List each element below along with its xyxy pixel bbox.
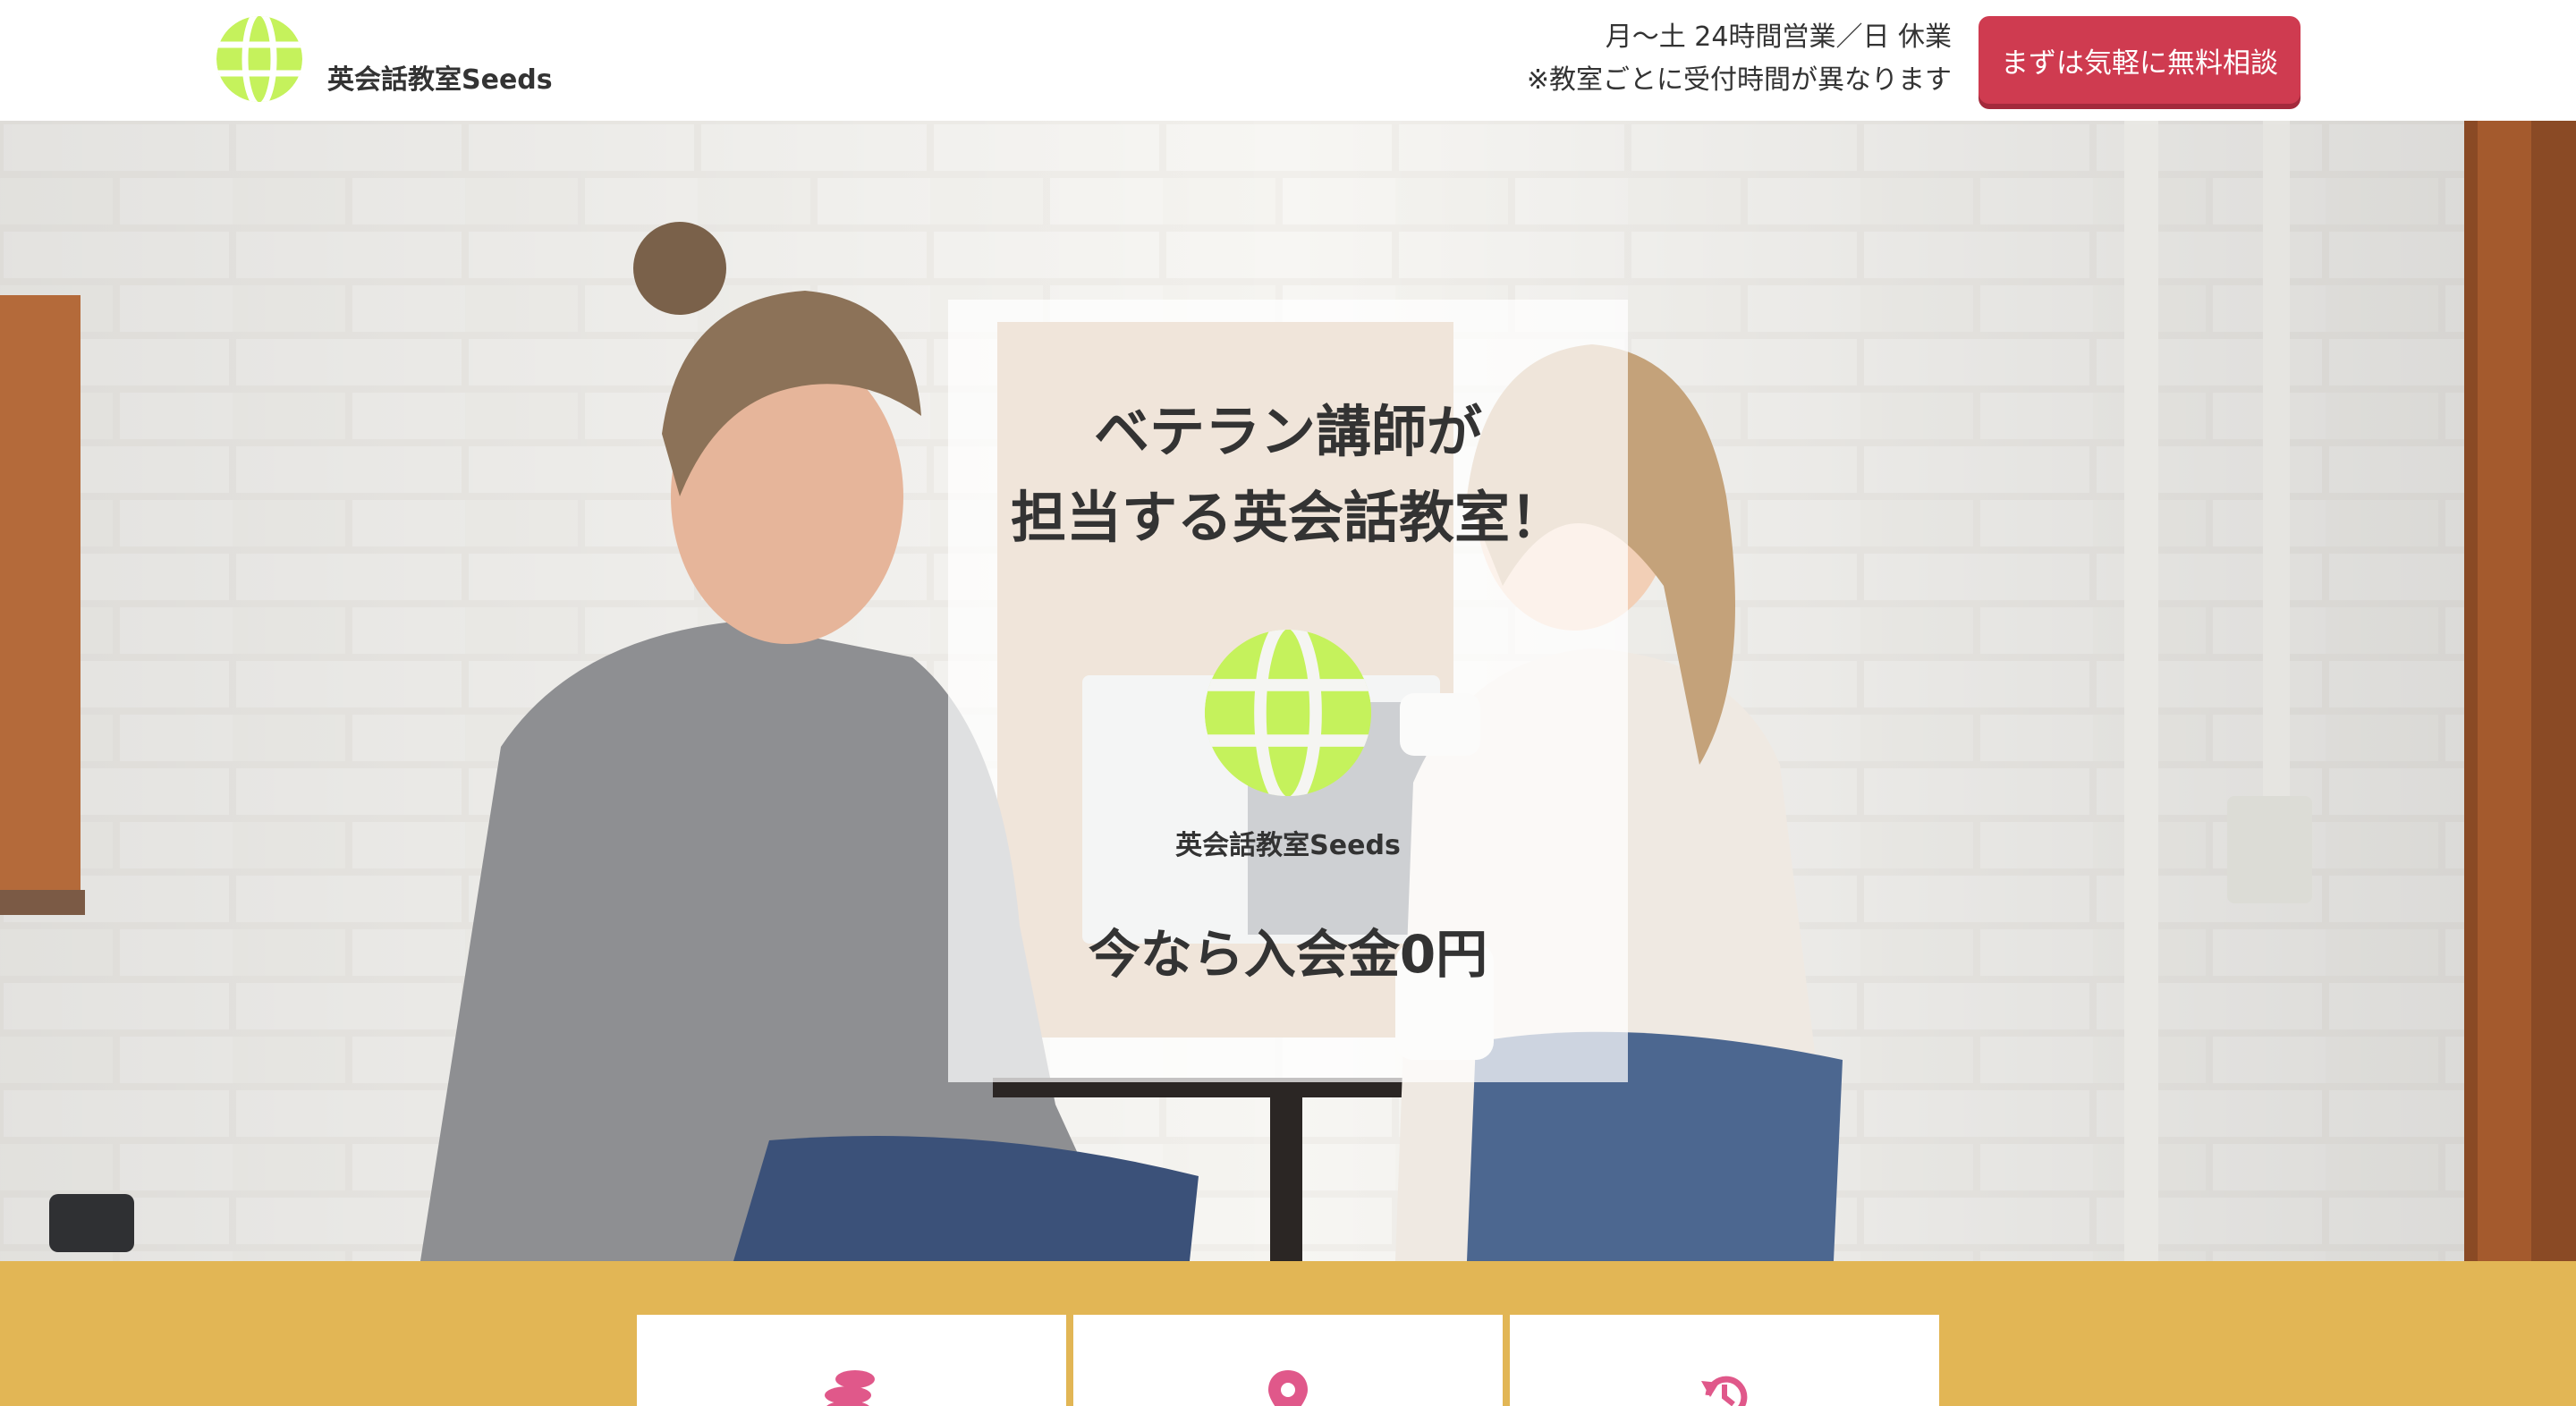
coins-icon bbox=[825, 1370, 875, 1406]
feature-card[interactable] bbox=[637, 1315, 1066, 1406]
hero-headline-line: ベテラン講師が bbox=[1093, 399, 1482, 464]
history-icon bbox=[1701, 1376, 1748, 1406]
globe-icon bbox=[1204, 629, 1372, 797]
logo-brand-text: 英会話教室Seeds bbox=[327, 64, 553, 96]
hero-promo-text: 今なら入会金0円 bbox=[1088, 924, 1488, 985]
free-consultation-button[interactable]: まずは気軽に無料相談 bbox=[1979, 16, 2301, 104]
hero-headline-line: 担当する英会話教室！ bbox=[1010, 485, 1565, 550]
features-band bbox=[0, 1261, 2576, 1406]
feature-card[interactable] bbox=[1510, 1315, 1939, 1406]
hours-note: ※教室ごとに受付時間が異なります bbox=[1526, 64, 1952, 96]
globe-icon bbox=[216, 16, 302, 102]
business-hours: 月〜土 24時間営業／日 休業 ※教室ごとに受付時間が異なります bbox=[1527, 16, 1952, 102]
hours-line: 月〜土 24時間営業／日 休業 bbox=[1605, 21, 1952, 53]
hero-section: ベテラン講師が 担当する英会話教室！ 英会話教室Seeds 今なら入会金0円 bbox=[0, 121, 2576, 1261]
feature-card[interactable] bbox=[1073, 1315, 1503, 1406]
site-header: 英会話教室Seeds 月〜土 24時間営業／日 休業 ※教室ごとに受付時間が異な… bbox=[0, 0, 2576, 121]
site-logo[interactable]: 英会話教室Seeds bbox=[215, 14, 553, 104]
map-pin-icon bbox=[1268, 1370, 1308, 1406]
hero-overlay-panel: ベテラン講師が 担当する英会話教室！ 英会話教室Seeds 今なら入会金0円 bbox=[948, 300, 1628, 1082]
hero-brand-name: 英会話教室Seeds bbox=[1175, 830, 1401, 861]
hero-headline: ベテラン講師が 担当する英会話教室！ bbox=[948, 389, 1628, 561]
